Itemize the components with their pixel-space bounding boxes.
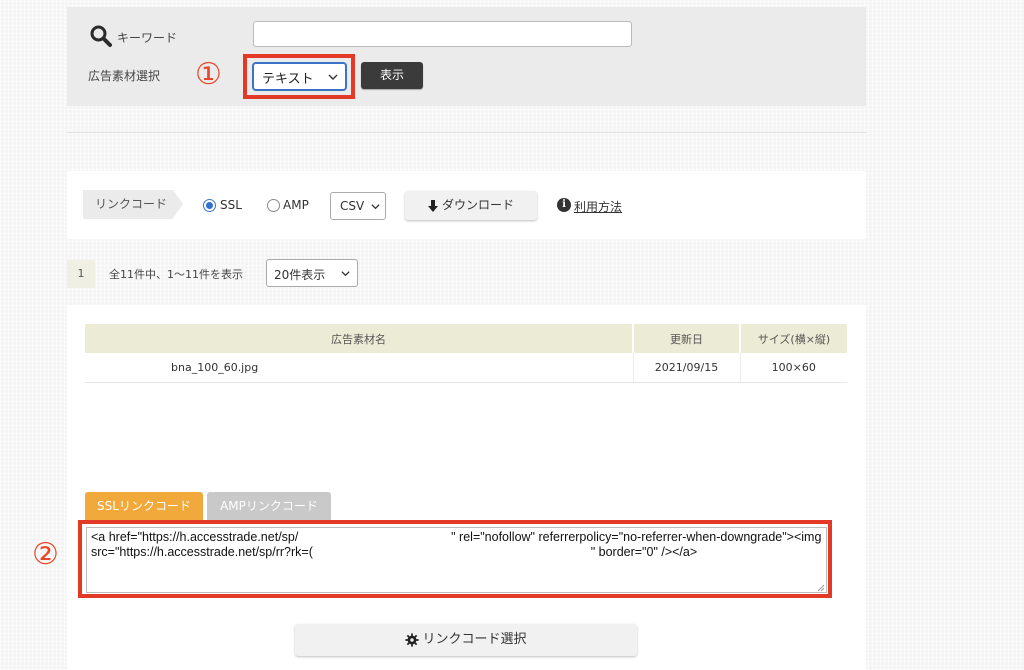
cell-updated: 2021/09/15 xyxy=(633,353,741,383)
results-table: 広告素材名 更新日 サイズ(横×縦) bna_100_60.jpg 2021/0… xyxy=(85,324,847,383)
link-code-tag: リンクコード xyxy=(83,190,173,219)
annotation-highlight-box-2 xyxy=(78,520,832,598)
per-page-select[interactable]: 20件表示 xyxy=(266,259,358,287)
info-icon: i xyxy=(557,198,571,212)
radio-ssl-label[interactable]: SSL xyxy=(220,198,242,212)
column-header-material-name: 広告素材名 xyxy=(85,324,634,353)
chevron-down-icon xyxy=(341,271,350,277)
result-count-text: 全11件中、1〜11件を表示 xyxy=(109,268,243,281)
gear-icon xyxy=(405,632,420,647)
keyword-label: キーワード xyxy=(117,31,178,45)
column-header-updated: 更新日 xyxy=(633,324,741,353)
select-link-code-button[interactable]: リンクコード選択 xyxy=(295,624,637,656)
download-button[interactable]: ダウンロード xyxy=(405,191,537,220)
cell-size: 100×60 xyxy=(740,353,847,383)
usage-link[interactable]: 利用方法 xyxy=(574,198,622,215)
display-button[interactable]: 表示 xyxy=(361,62,423,89)
material-select-label: 広告素材選択 xyxy=(88,69,161,83)
tab-ssl-link-code[interactable]: SSLリンクコード xyxy=(85,492,203,521)
chevron-down-icon xyxy=(328,74,338,80)
search-icon xyxy=(90,25,112,47)
annotation-marker-1: ① xyxy=(195,57,222,92)
material-select[interactable]: テキスト xyxy=(252,62,347,91)
download-button-label: ダウンロード xyxy=(441,198,514,212)
radio-amp[interactable] xyxy=(267,199,280,212)
select-link-code-button-label: リンクコード選択 xyxy=(422,632,527,647)
format-select[interactable]: CSV xyxy=(330,192,386,220)
column-header-size: サイズ(横×縦) xyxy=(740,324,847,353)
link-code-tag-arrow xyxy=(173,190,183,218)
keyword-input[interactable] xyxy=(253,21,632,47)
divider xyxy=(67,132,866,133)
table-row[interactable]: bna_100_60.jpg 2021/09/15 100×60 xyxy=(85,353,847,383)
radio-ssl[interactable] xyxy=(203,199,216,212)
table-header-row: 広告素材名 更新日 サイズ(横×縦) xyxy=(85,324,847,353)
tab-amp-link-code[interactable]: AMPリンクコード xyxy=(207,492,331,521)
pagination-page[interactable]: 1 xyxy=(67,260,95,288)
cell-material-name: bna_100_60.jpg xyxy=(85,353,634,383)
radio-amp-label[interactable]: AMP xyxy=(283,198,309,212)
format-select-value: CSV xyxy=(340,199,365,213)
chevron-down-icon xyxy=(371,204,380,210)
download-icon xyxy=(427,199,438,212)
material-select-value: テキスト xyxy=(262,72,314,87)
per-page-select-value: 20件表示 xyxy=(274,268,326,282)
annotation-marker-2: ② xyxy=(32,537,59,572)
